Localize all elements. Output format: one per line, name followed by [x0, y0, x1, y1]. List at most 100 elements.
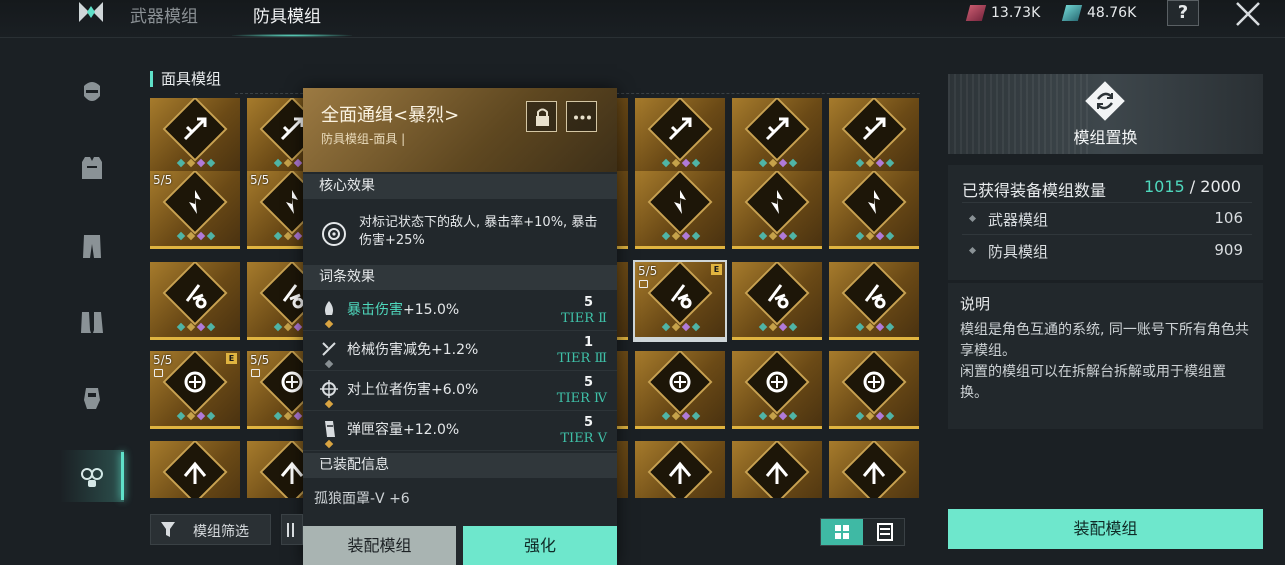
mod-glyph-icon	[863, 371, 885, 393]
funnel-icon	[161, 522, 175, 537]
mod-cell[interactable]	[732, 262, 822, 340]
affix-level: 5	[583, 295, 593, 310]
mod-rank-dots	[661, 158, 701, 168]
enhance-button[interactable]: 强化	[463, 526, 617, 565]
section-title: 面具模组	[150, 71, 221, 87]
mod-glyph-icon	[184, 371, 206, 393]
affix-level: 5	[583, 375, 593, 390]
more-icon	[574, 115, 591, 120]
mod-cell[interactable]	[829, 441, 919, 498]
mod-glyph-icon	[862, 461, 886, 484]
bullet-icon	[968, 214, 977, 223]
description-line: 闲置的模组可以在拆解台拆解或用于模组置换。	[960, 364, 1226, 401]
mod-rank-dots	[855, 158, 895, 168]
affix-rank-dot	[324, 359, 334, 369]
mod-cell[interactable]	[635, 351, 725, 429]
mod-glyph-icon	[670, 284, 692, 309]
sort-button[interactable]	[281, 514, 303, 545]
mod-count: 5/5	[250, 353, 270, 367]
mod-count-label: 已获得装备模组数量	[962, 181, 1107, 200]
description-title: 说明	[960, 295, 991, 313]
mod-cell[interactable]	[635, 171, 725, 249]
teal-crystal-icon	[1061, 5, 1083, 21]
mod-cell[interactable]: 5/5 E	[150, 351, 240, 429]
affix-tier: TIER Ⅳ	[556, 391, 607, 406]
affix-rank-dot	[324, 399, 334, 409]
mod-rank-dots	[758, 231, 798, 241]
lock-button[interactable]	[526, 101, 557, 132]
bullet-icon	[968, 246, 977, 255]
swap-icon	[1085, 81, 1125, 121]
mod-rank-dots	[176, 322, 216, 332]
mod-rank-dots	[661, 322, 701, 332]
affix-name: 暴击伤害	[347, 302, 403, 318]
gloves-icon[interactable]	[78, 384, 106, 412]
mod-cell[interactable]	[732, 171, 822, 249]
affix-text: 枪械伤害减免+1.2%	[347, 339, 478, 359]
mod-glyph-icon	[771, 190, 783, 214]
affix-text: 暴击伤害+15.0%	[347, 299, 459, 319]
mod-cell[interactable]	[732, 441, 822, 498]
affix-name: 弹匣容量	[347, 422, 403, 438]
affix-level: 1	[583, 335, 593, 350]
currency-teal-value: 48.76K	[1087, 5, 1137, 21]
mod-cell[interactable]	[150, 441, 240, 498]
equipped-badge: E	[226, 353, 237, 364]
lock-icon	[536, 108, 549, 126]
core-effect-text: 对标记状态下的敌人, 暴击率+10%, 暴击伤害+25%	[359, 215, 598, 248]
grid-view-button[interactable]	[821, 519, 863, 545]
mod-cell[interactable]	[829, 98, 919, 176]
lock-icon	[251, 369, 260, 377]
mod-glyph-icon	[674, 190, 686, 214]
mod-glyph-icon	[862, 117, 886, 141]
mod-cell[interactable]	[150, 98, 240, 176]
help-button[interactable]: ?	[1167, 0, 1199, 26]
core-effect-header: 核心效果	[303, 174, 617, 199]
mod-glyph-icon	[766, 371, 788, 393]
filter-button[interactable]: 模组筛选	[150, 514, 271, 545]
popup-title: 全面通缉<暴烈>	[321, 105, 460, 126]
rail-active-glow	[60, 450, 124, 502]
affix-rank-dot	[324, 319, 334, 329]
stat-row-armor: 防具模组 909	[962, 234, 1252, 266]
mod-rank-dots	[758, 158, 798, 168]
mod-swap-banner[interactable]: 模组置换	[948, 74, 1263, 154]
vest-icon[interactable]	[78, 154, 106, 182]
filter-label: 模组筛选	[193, 524, 249, 540]
affix-name: 对上位者伤害	[347, 382, 431, 398]
affix-rank-dot	[324, 439, 334, 449]
mod-cell[interactable]: 5/5	[150, 171, 240, 249]
mod-cell[interactable]	[829, 351, 919, 429]
popup-header: 全面通缉<暴烈> 防具模组-面具 |	[303, 88, 617, 172]
stat-label: 防具模组	[988, 243, 1049, 261]
mod-cell[interactable]	[635, 98, 725, 176]
tab-weapon-mods[interactable]: 武器模组	[130, 2, 198, 27]
active-tab-indicator	[232, 34, 352, 37]
affix-tier: TIER Ⅱ	[560, 311, 607, 326]
affix-value: +1.2%	[431, 342, 479, 358]
mod-cell[interactable]	[635, 441, 725, 498]
mod-glyph-icon	[868, 190, 880, 214]
list-view-button[interactable]	[864, 519, 905, 545]
mod-glyph-icon	[767, 284, 789, 309]
mask-icon[interactable]	[78, 78, 106, 106]
mod-cell[interactable]	[150, 262, 240, 340]
mod-cell[interactable]	[732, 351, 822, 429]
tab-armor-mods[interactable]: 防具模组	[253, 2, 321, 27]
pants-icon[interactable]	[78, 232, 106, 260]
mod-glyph-icon	[765, 461, 789, 484]
affix-value: +15.0%	[403, 302, 460, 318]
popup-equip-button[interactable]: 装配模组	[303, 526, 456, 565]
boots-icon[interactable]	[78, 308, 106, 336]
close-icon[interactable]	[1233, 0, 1263, 28]
game-logo-icon[interactable]	[76, 0, 106, 26]
mod-cell[interactable]	[829, 262, 919, 340]
mod-cell[interactable]: 5/5 E	[633, 260, 727, 342]
mod-count: 5/5	[153, 173, 173, 187]
mod-cell[interactable]	[732, 98, 822, 176]
equip-mod-button[interactable]: 装配模组	[948, 509, 1263, 549]
red-crystal-icon	[965, 5, 987, 21]
mod-glyph-icon	[183, 117, 207, 141]
mod-cell[interactable]	[829, 171, 919, 249]
more-button[interactable]	[566, 101, 597, 132]
